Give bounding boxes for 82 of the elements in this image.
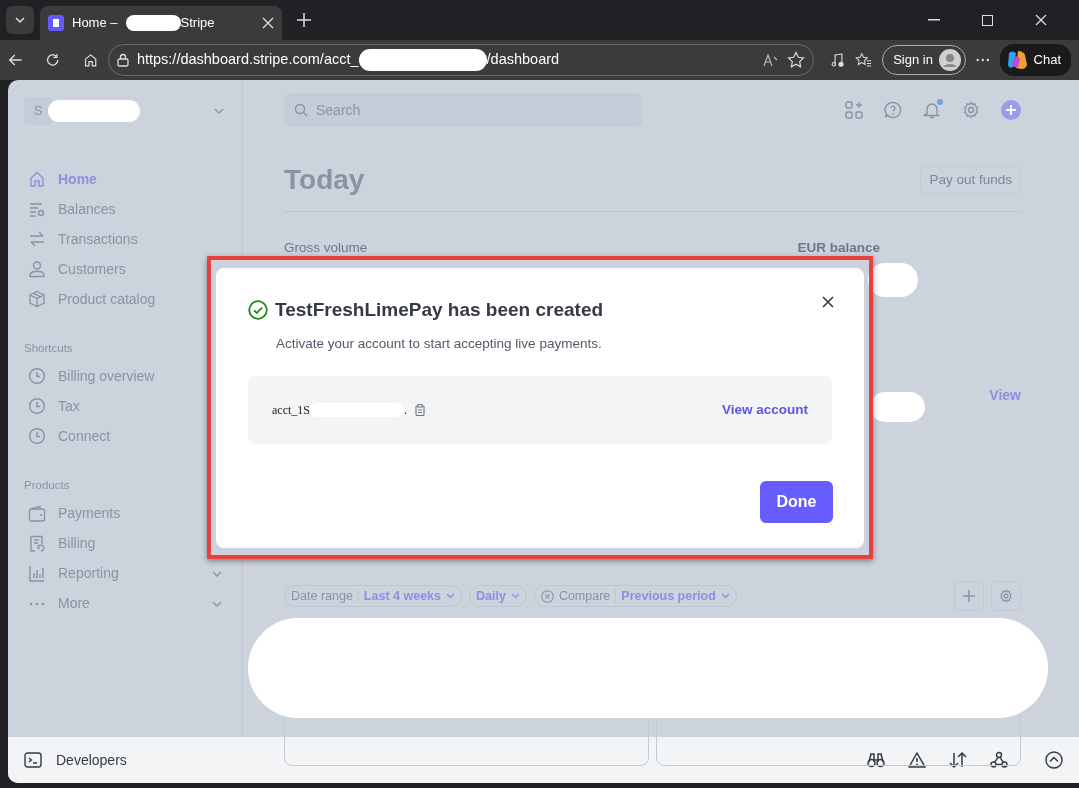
collapse-up-icon[interactable]	[1045, 751, 1063, 769]
sidebar-item[interactable]: More	[24, 588, 226, 619]
copilot-icon	[1005, 49, 1028, 71]
sidebar-item[interactable]: Billing	[24, 528, 226, 559]
media-icon[interactable]	[829, 51, 846, 69]
more-icon	[29, 601, 45, 606]
chevron-down-icon	[212, 600, 222, 607]
view-link[interactable]: View	[989, 385, 1021, 407]
chevron-down-icon	[446, 593, 455, 600]
tab-list-button[interactable]	[6, 6, 34, 34]
box-icon	[28, 290, 46, 308]
search-field[interactable]: Search	[284, 93, 642, 127]
refresh-icon[interactable]	[45, 51, 61, 69]
metric-label: EUR balance	[797, 239, 880, 257]
redaction-mark	[125, 15, 181, 31]
sidebar-item[interactable]: Customers	[24, 254, 226, 284]
url-text: /dashboard	[486, 50, 560, 70]
chevron-down-icon	[510, 593, 520, 600]
home-icon[interactable]	[82, 51, 98, 69]
view-account-link[interactable]: View account	[721, 399, 808, 420]
search-icon	[294, 103, 308, 117]
minimize-icon[interactable]	[928, 19, 940, 21]
close-icon[interactable]	[822, 296, 834, 309]
clock-icon	[28, 397, 46, 416]
sidebar-item[interactable]: Home	[24, 164, 226, 194]
section-heading: Shortcuts	[24, 341, 74, 356]
account-id: acct_1S	[272, 401, 310, 419]
webhook-icon[interactable]	[990, 751, 1008, 769]
terminal-icon[interactable]	[24, 752, 42, 768]
sidebar-item[interactable]: Balances	[24, 194, 226, 224]
remove-icon	[540, 589, 554, 603]
chat-button[interactable]: Chat	[999, 44, 1071, 76]
more-icon[interactable]	[975, 58, 990, 62]
account-initial[interactable]: S	[24, 97, 52, 125]
maximize-icon[interactable]	[982, 14, 993, 26]
page-title: Today	[284, 163, 365, 197]
read-aloud-icon[interactable]	[762, 53, 779, 67]
sidebar-item[interactable]: Connect	[24, 421, 226, 452]
pay-out-button[interactable]: Pay out funds	[920, 166, 1021, 194]
browser-tab[interactable]: Home – Stripe	[40, 6, 282, 40]
check-circle-icon	[248, 300, 268, 321]
new-tab-icon[interactable]	[296, 12, 312, 28]
copy-icon[interactable]	[415, 403, 425, 416]
sidebar-item[interactable]: Tax	[24, 391, 226, 422]
clock-icon	[28, 367, 46, 386]
create-icon[interactable]	[1001, 100, 1021, 120]
favorites-icon[interactable]	[855, 51, 873, 69]
favorite-star-icon[interactable]	[786, 51, 805, 69]
arrows-icon	[28, 230, 46, 248]
redaction-mark	[870, 392, 925, 422]
chevron-down-icon	[212, 570, 222, 577]
wallet-icon	[28, 504, 46, 523]
tab-title: Home –	[72, 14, 118, 33]
warning-icon[interactable]	[908, 752, 926, 768]
developers-label[interactable]: Developers	[56, 749, 127, 771]
metric-label: Gross volume	[284, 239, 368, 257]
home-icon	[28, 170, 46, 188]
list-icon	[28, 200, 46, 218]
sidebar-item[interactable]: Product catalog	[24, 284, 226, 314]
lock-icon	[116, 53, 129, 67]
account-id: .	[404, 401, 407, 419]
done-button[interactable]: Done	[760, 480, 833, 523]
settings-icon	[999, 589, 1013, 604]
bar-chart-icon	[28, 564, 46, 583]
binoculars-icon[interactable]	[867, 752, 885, 768]
dialog-subtitle: Activate your account to start accepting live payments.	[276, 334, 603, 353]
sidebar-item[interactable]: Transactions	[24, 224, 226, 254]
sort-arrows-icon[interactable]	[949, 751, 967, 769]
sidebar-item[interactable]: Payments	[24, 498, 226, 529]
section-heading: Products	[24, 478, 71, 494]
avatar-icon	[938, 49, 961, 71]
receipt-icon	[28, 534, 46, 553]
sidebar-item[interactable]: Billing overview	[24, 361, 226, 392]
sidebar-item[interactable]: Reporting	[24, 558, 226, 589]
tab-title: Stripe	[180, 14, 215, 33]
url-text: https://dashboard.stripe.com/acct_	[136, 50, 359, 70]
stripe-logo-icon	[48, 15, 64, 31]
person-icon	[28, 260, 46, 278]
dialog-title: TestFreshLimePay has been created	[275, 298, 604, 322]
chevron-down-icon	[720, 593, 730, 600]
clock-icon	[28, 427, 46, 446]
plus-icon	[963, 590, 975, 603]
